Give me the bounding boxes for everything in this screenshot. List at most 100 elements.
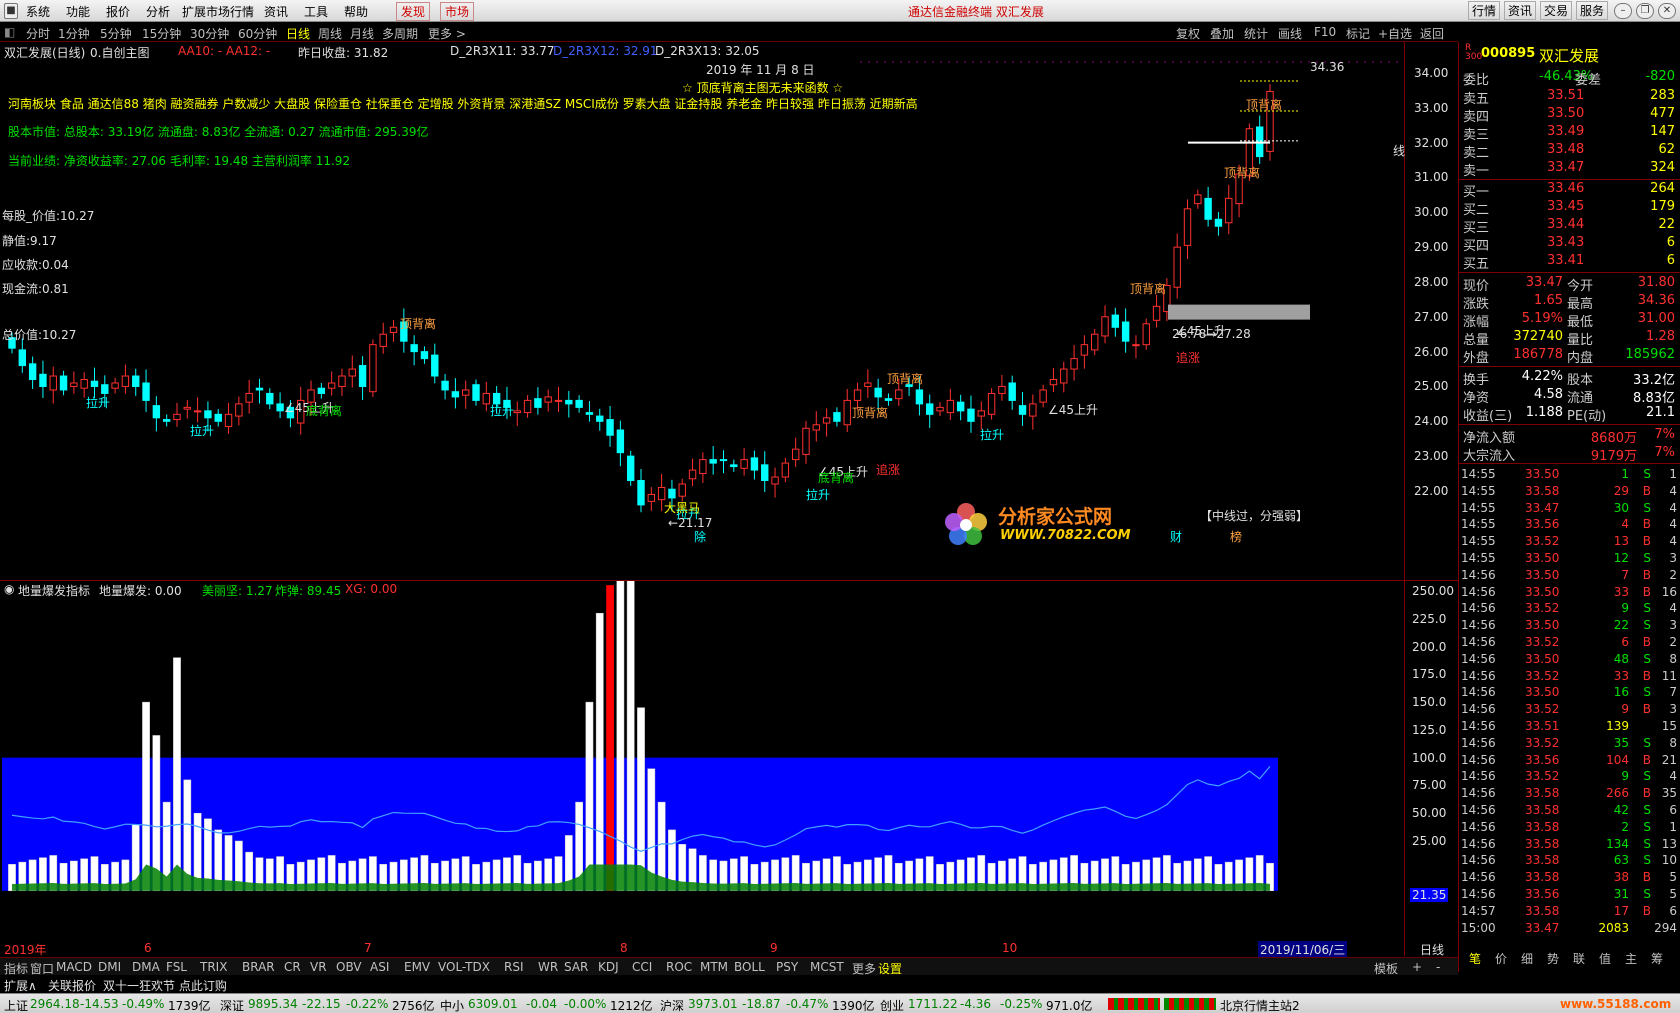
indicator-toggle-icon[interactable]: ◉ [4,582,14,596]
tool-f10[interactable]: F10 [1314,25,1336,39]
indicator-tab[interactable]: EMV [404,960,430,974]
tool-back[interactable]: 返回 [1420,25,1444,42]
zx-name[interactable]: 中小 [440,997,464,1013]
promo-link[interactable]: 双十一狂欢节 点此订购 [103,977,227,994]
indicator-canvas[interactable] [0,581,1405,956]
x-axis-month-label: 2019年 [4,943,47,957]
period-more[interactable]: 更多 > [428,25,466,42]
tick-time: 14:55 [1461,483,1496,498]
indicator-tab[interactable]: MTM [700,960,728,974]
expand-toggle[interactable]: 扩展∧ [4,977,37,994]
candle-body [575,399,583,408]
indicator-tab[interactable]: FSL [166,960,187,974]
indicator-tab[interactable]: KDJ [598,960,619,974]
tick-row: 14:56 33.58 266 B 35 [1459,785,1680,802]
menu-right-news[interactable]: 资讯 [1504,1,1537,20]
indicator-tab[interactable]: TRIX [200,960,227,974]
indicator-tab[interactable]: BOLL [734,960,765,974]
hs-amount: 1390亿 [832,999,875,1013]
sh-name[interactable]: 上证 [4,997,28,1013]
restore-icon[interactable]: ❐ [1636,3,1654,19]
tick-side: S [1643,819,1651,834]
tool-mark[interactable]: 标记 [1346,25,1370,42]
period-monthly[interactable]: 月线 [350,25,374,42]
period-weekly[interactable]: 周线 [318,25,342,42]
indicator-tab[interactable]: PSY [776,960,798,974]
quote-tab[interactable]: 价 [1495,950,1507,967]
tool-draw[interactable]: 画线 [1278,25,1302,42]
panel-toggle-icon[interactable]: ◧ [4,25,15,39]
menu-analysis[interactable]: 分析 [146,3,170,20]
indicator-tab[interactable]: CR [284,960,301,974]
quote-tab[interactable]: 主 [1625,950,1637,967]
candle-body [1121,321,1130,342]
indicator-name[interactable]: 地量爆发指标 [18,582,90,599]
custom-chart-label[interactable]: 0.自创主图 [90,44,149,61]
menu-market[interactable]: 市场 [440,2,475,21]
indicator-tab[interactable]: VR [310,960,327,974]
indicator-panel[interactable]: ◉ 地量爆发指标 地量爆发: 0.00 美丽坚: 1.27 炸弹: 89.45 … [0,581,1449,958]
period-5min[interactable]: 5分钟 [100,25,132,42]
indicator-tab[interactable]: CCI [632,960,652,974]
candle-body [544,396,552,403]
menu-discover[interactable]: 发现 [396,2,431,21]
server-name[interactable]: 北京行情主站2 [1220,997,1300,1013]
period-intraday[interactable]: 分时 [26,25,50,42]
tool-add-watch[interactable]: +自选 [1378,25,1412,42]
indicator-tab[interactable]: ROC [666,960,692,974]
indicator-tab[interactable]: DMA [132,960,160,974]
minimize-icon[interactable]: – [1614,3,1632,19]
indicator-tab[interactable]: WR [538,960,558,974]
related-quote-link[interactable]: 关联报价 [48,977,96,994]
period-60min[interactable]: 60分钟 [238,25,277,42]
tool-stats[interactable]: 统计 [1244,25,1268,42]
stat-value: 1.188 [1525,405,1563,420]
bid-volume: 179 [1650,199,1675,214]
tabs-right-2[interactable]: - [1436,960,1440,974]
cy-name[interactable]: 创业 [880,997,904,1013]
period-30min[interactable]: 30分钟 [190,25,229,42]
menu-help[interactable]: 帮助 [344,3,368,20]
main-chart[interactable]: 双汇发展(日线) 0.自创主图 AA10: - AA12: - 昨日收盘: 31… [0,42,1405,580]
period-daily[interactable]: 日线 [286,25,310,42]
tabs-right-1[interactable]: + [1412,960,1422,974]
quote-tab[interactable]: 筹 [1651,950,1663,967]
tick-count: 1 [1669,467,1677,481]
menu-news[interactable]: 资讯 [264,3,288,20]
menu-right-quote[interactable]: 行情 [1468,1,1501,20]
menu-right-service[interactable]: 服务 [1576,1,1609,20]
menu-tools[interactable]: 工具 [304,3,328,20]
tool-adjust[interactable]: 复权 [1176,25,1200,42]
watermark-flower-logo [942,500,990,548]
close-icon[interactable]: ✕ [1658,3,1676,19]
menu-ext-market[interactable]: 扩展市场行情 [182,3,254,20]
candle-body [266,392,274,405]
period-multi[interactable]: 多周期 [382,25,418,42]
quote-tab[interactable]: 值 [1599,950,1611,967]
quote-tab[interactable]: 细 [1521,950,1533,967]
tool-overlay[interactable]: 叠加 [1210,25,1234,42]
hs-name[interactable]: 沪深 [660,997,684,1013]
quote-tab[interactable]: 势 [1547,950,1559,967]
quote-tab[interactable]: 笔 [1469,950,1481,967]
indicator-tab[interactable]: OBV [336,960,362,974]
menu-quote[interactable]: 报价 [106,3,130,20]
period-1min[interactable]: 1分钟 [58,25,90,42]
indicator-tab[interactable]: DMI [98,960,121,974]
app-icon[interactable]: ■ [4,3,18,19]
indicator-tab[interactable]: MCST [810,960,844,974]
menu-function[interactable]: 功能 [66,3,90,20]
indicator-tab[interactable]: RSI [504,960,524,974]
candle-body [822,417,831,424]
menu-right-trade[interactable]: 交易 [1540,1,1573,20]
menu-system[interactable]: 系统 [26,3,50,20]
indicator-bar [637,707,645,892]
indicator-tab[interactable]: VOL-TDX [438,960,490,974]
period-15min[interactable]: 15分钟 [142,25,181,42]
indicator-tab[interactable]: BRAR [242,960,275,974]
sz-name[interactable]: 深证 [220,997,244,1013]
indicator-tab[interactable]: MACD [56,960,92,974]
quote-tab[interactable]: 联 [1573,950,1585,967]
indicator-tab[interactable]: SAR [564,960,588,974]
indicator-tab[interactable]: ASI [370,960,389,974]
